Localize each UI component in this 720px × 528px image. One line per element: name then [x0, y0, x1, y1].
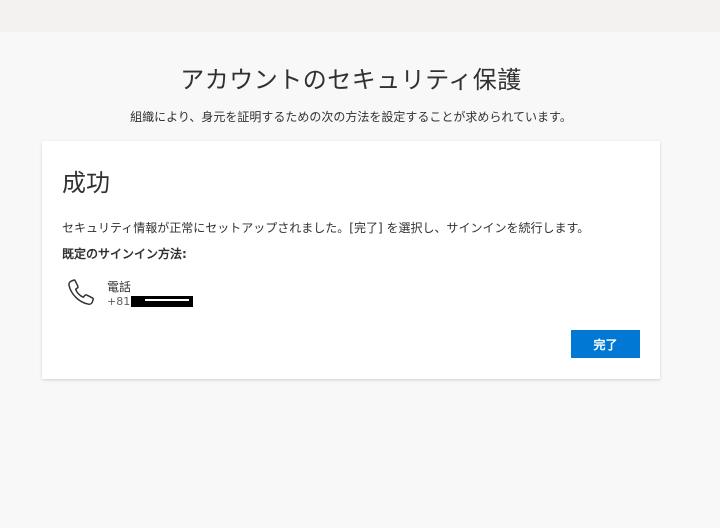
phone-number-prefix: +81	[107, 295, 131, 308]
top-bar	[0, 0, 720, 32]
success-message: セキュリティ情報が正常にセットアップされました。[完了] を選択し、サインインを…	[62, 221, 590, 235]
page-title: アカウントのセキュリティ保護	[180, 66, 522, 94]
default-method-label: 既定のサインイン方法:	[62, 247, 187, 261]
method-name: 電話	[107, 280, 132, 294]
page-subtitle: 組織により、身元を証明するための次の方法を設定することが求められています。	[130, 110, 572, 124]
default-signin-method: 電話 +81	[62, 275, 302, 311]
card-heading: 成功	[62, 169, 110, 197]
phone-icon	[68, 279, 94, 305]
success-card: 成功 セキュリティ情報が正常にセットアップされました。[完了] を選択し、サイン…	[42, 141, 660, 379]
phone-number: +81	[107, 295, 194, 308]
redacted-number	[131, 296, 194, 307]
done-button[interactable]: 完了	[571, 330, 640, 358]
